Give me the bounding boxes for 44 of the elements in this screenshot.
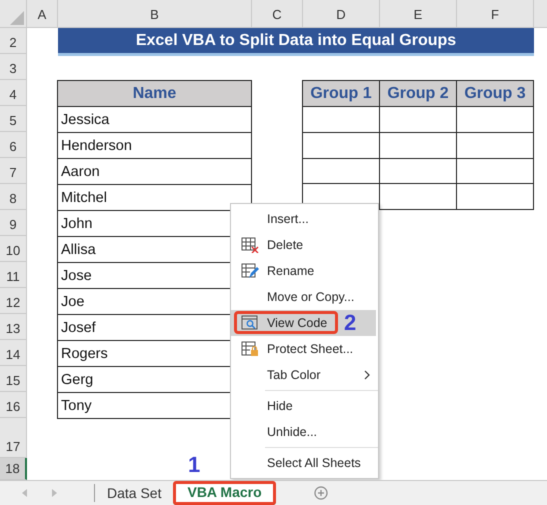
sheet-title: Excel VBA to Split Data into Equal Groups [58,28,534,56]
delete-table-icon [241,237,259,253]
select-all-icon[interactable] [10,11,24,25]
row-header[interactable]: 15 [0,366,27,392]
row-header[interactable]: 10 [0,236,27,262]
code-window-icon [241,315,259,331]
table-cell: Aaron [57,158,252,185]
row-header[interactable]: 8 [0,184,27,210]
row-header[interactable]: 18 [0,458,27,480]
column-header[interactable]: F [457,0,534,28]
row-header[interactable]: 9 [0,210,27,236]
row-header[interactable]: 3 [0,54,27,80]
rename-pencil-icon [241,263,259,279]
row-header[interactable]: 13 [0,314,27,340]
row-header[interactable]: 2 [0,28,27,54]
lock-table-icon [241,341,259,357]
row-header[interactable]: 12 [0,288,27,314]
row-header[interactable]: 4 [0,80,27,106]
row-header[interactable]: 6 [0,132,27,158]
row-header[interactable]: 16 [0,392,27,418]
row-header[interactable]: 17 [0,418,27,458]
column-header[interactable]: A [27,0,58,28]
menu-item[interactable]: Select All Sheets [231,450,378,476]
sheet-tab[interactable]: VBA Macro [173,481,276,505]
column-header[interactable]: E [380,0,457,28]
step-number: 2 [344,310,356,336]
table-cell: Jessica [57,106,252,133]
row-header[interactable]: 7 [0,158,27,184]
table-cell: Henderson [57,132,252,159]
row-header[interactable]: 14 [0,340,27,366]
table-header: Group 2 [379,80,457,107]
column-header[interactable]: B [58,0,252,28]
menu-item[interactable]: View Code 2 [231,310,376,336]
column-header[interactable] [534,0,547,28]
table-header: Name [57,80,252,107]
row-header[interactable]: 5 [0,106,27,132]
menu-item[interactable]: Unhide... [231,419,378,445]
step-number: 1 [188,452,200,478]
column-header[interactable]: D [303,0,380,28]
row-header[interactable]: 11 [0,262,27,288]
table-header: Group 1 [302,80,380,107]
column-header[interactable]: C [252,0,303,28]
table-header: Group 3 [456,80,534,107]
sheet-tab[interactable]: Data Set [95,481,174,505]
